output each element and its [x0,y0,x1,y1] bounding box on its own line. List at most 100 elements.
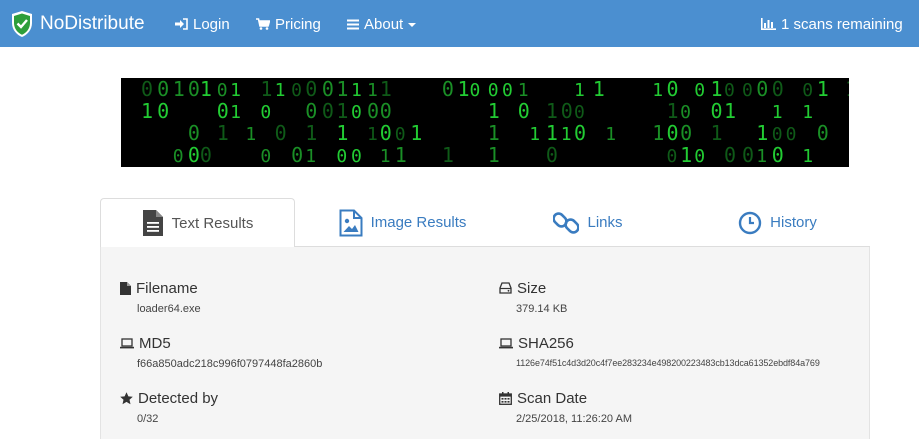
svg-text:0: 0 [291,80,302,101]
svg-text:1: 1 [652,121,664,145]
svg-text:0: 0 [380,121,392,145]
svg-text:1: 1 [351,80,362,101]
tab-image-results[interactable]: Image Results [305,198,500,247]
file-text-icon [142,210,163,236]
svg-text:1: 1 [605,124,616,145]
svg-text:0: 0 [157,99,169,123]
svg-text:1: 1 [217,121,229,145]
nav-login[interactable]: Login [175,14,230,34]
svg-text:1: 1 [802,102,813,123]
svg-text:0: 0 [680,102,691,123]
calendar-icon [499,391,512,405]
tab-links-label: Links [587,214,623,231]
file-icon [120,281,131,295]
svg-text:0: 0 [711,99,723,123]
svg-text:0: 0 [694,146,705,167]
svg-text:0: 0 [488,80,499,101]
svg-text:0: 0 [667,121,679,145]
svg-text:0: 0 [291,143,303,167]
svg-text:1: 1 [711,121,723,145]
svg-text:0: 0 [367,99,379,123]
laptop-icon [120,337,134,348]
nav-pricing[interactable]: Pricing [256,14,321,34]
sha256-label: SHA256 [518,334,574,352]
svg-text:1: 1 [336,78,348,101]
svg-text:0: 0 [351,146,362,167]
svg-text:0: 0 [275,121,287,145]
image-file-icon [339,209,363,236]
detected-by-value: 0/32 [137,413,159,425]
sha256-value: 1126e74f51c4d3d20c4f7ee283234e4982002234… [516,358,820,368]
svg-text:1: 1 [488,121,500,145]
scans-remaining-label: 1 scans remaining [781,15,903,33]
svg-text:0: 0 [817,121,829,145]
svg-text:0: 0 [742,80,753,101]
svg-text:1: 1 [756,146,767,167]
svg-text:1: 1 [380,78,392,101]
svg-text:0: 0 [742,143,754,167]
nav-about-label: About [364,15,404,33]
svg-text:0: 0 [217,99,229,123]
svg-text:1: 1 [410,121,422,145]
tab-history[interactable]: History [685,198,870,247]
svg-text:1: 1 [488,143,500,167]
field-size: Size 379.14 KB [499,279,567,315]
svg-text:1: 1 [395,143,407,167]
svg-text:0: 0 [756,78,768,101]
brand-link[interactable]: NoDistribute [10,9,145,39]
svg-text:0: 0 [518,99,530,123]
nav-about-dropdown[interactable]: About [347,14,417,34]
field-md5: MD5 f66a850adc218c996f0797448fa2860b [120,334,322,370]
detected-by-label: Detected by [138,389,219,407]
field-sha256: SHA256 1126e74f51c4d3d20c4f7ee283234e498… [499,334,820,368]
svg-text:1: 1 [802,146,813,167]
svg-text:1: 1 [173,78,185,101]
laptop-icon [499,337,513,348]
svg-text:0: 0 [772,143,784,167]
svg-text:1: 1 [367,80,378,101]
size-label: Size [517,279,547,297]
svg-text:0: 0 [322,78,334,101]
clock-icon [738,211,762,234]
shield-check-icon [12,11,32,37]
svg-text:0: 0 [724,143,736,167]
svg-text:1: 1 [845,78,849,101]
svg-text:0: 0 [546,143,558,167]
svg-text:1: 1 [593,78,605,101]
svg-text:0: 0 [322,99,334,123]
text-results-panel: Filename loader64.exe Size 379.14 KB MD5… [100,247,870,439]
svg-text:0: 0 [574,102,585,123]
svg-text:1: 1 [772,102,783,123]
matrix-banner-image: 0100100001000111110010000011001110100101… [121,78,849,167]
tab-image-results-label: Image Results [370,214,467,231]
svg-text:0: 0 [667,78,679,101]
scans-remaining[interactable]: 1 scans remaining [761,14,903,34]
svg-text:1: 1 [141,99,153,123]
svg-text:0: 0 [260,102,271,123]
md5-value: f66a850adc218c996f0797448fa2860b [137,358,323,370]
filename-value: loader64.exe [137,303,201,315]
svg-text:1: 1 [488,99,500,123]
svg-text:0: 0 [217,80,228,101]
svg-text:0: 0 [694,80,705,101]
size-value: 379.14 KB [516,303,568,315]
field-detected-by: Detected by 0/32 [120,389,218,425]
nav-pricing-label: Pricing [275,15,321,33]
svg-text:1: 1 [756,121,768,145]
tab-links[interactable]: Links [498,198,678,247]
svg-text:1: 1 [518,80,529,101]
svg-text:0: 0 [680,121,692,145]
svg-text:1: 1 [442,143,454,167]
svg-text:1: 1 [652,80,663,101]
hdd-icon [499,282,512,294]
tab-text-results[interactable]: Text Results [100,198,295,248]
svg-text:1: 1 [336,121,348,145]
svg-text:0: 0 [470,80,481,101]
svg-text:0: 0 [173,146,184,167]
svg-text:0: 0 [141,78,153,101]
top-navbar: NoDistribute Login Pricing About 1 scans… [0,0,919,47]
brand-name: NoDistribute [40,13,145,34]
tab-text-results-label: Text Results [171,214,254,232]
svg-text:1: 1 [680,143,692,167]
svg-text:0: 0 [786,124,797,145]
